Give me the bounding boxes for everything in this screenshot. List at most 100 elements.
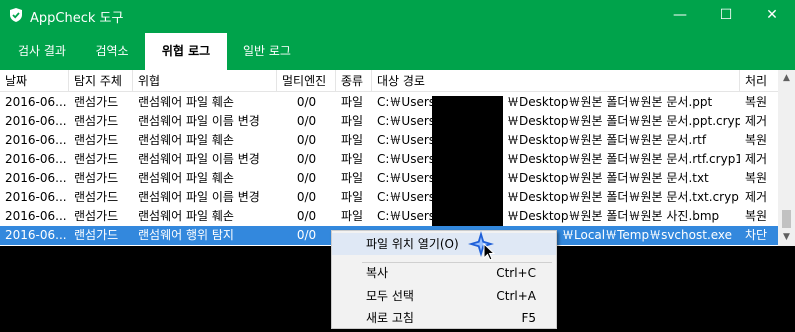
- table-row[interactable]: 2016-06... 랜섬가드 랜섬웨어 파일 훼손 0/0 파일 C:￦Users￦ ￦D…: [0, 93, 778, 112]
- tab-general-log[interactable]: 일반 로그: [227, 33, 307, 70]
- cell-detector: 랜섬가드: [74, 114, 119, 128]
- vertical-scrollbar[interactable]: ▲ ▼: [778, 70, 795, 246]
- tab-threat-log[interactable]: 위협 로그: [145, 33, 227, 70]
- cell-type: 파일: [341, 209, 364, 223]
- menu-item-open-file-location[interactable]: 파일 위치 열기(O): [332, 233, 556, 255]
- cell-path-suffix: ￦Desktop￦원본 폴더￦원본 문서.ppt.cryp1: [507, 114, 740, 128]
- cell-path-prefix: C:￦Users￦: [377, 171, 432, 185]
- table-row[interactable]: 2016-06... 랜섬가드 랜섬웨어 파일 훼손 0/0 파일 C:￦Users￦ ￦D…: [0, 169, 778, 188]
- threat-log-table: 날짜 탐지 주체 위협 멀티엔진 종류 대상 경로 처리 2016-06... 랜…: [0, 70, 795, 246]
- cell-date: 2016-06...: [5, 228, 67, 242]
- shield-check-icon: [10, 8, 22, 22]
- table-header: 날짜 탐지 주체 위협 멀티엔진 종류 대상 경로 처리: [0, 70, 778, 92]
- cell-threat: 랜섬웨어 파일 훼손: [138, 95, 234, 109]
- cell-multi-engine: 0/0: [296, 114, 317, 128]
- cell-type: 파일: [341, 133, 364, 147]
- cell-detector: 랜섬가드: [74, 95, 119, 109]
- cell-type: 파일: [341, 171, 364, 185]
- menu-label: 복사: [366, 266, 389, 280]
- cell-path-suffix: ￦Desktop￦원본 폴더￦원본 사진.bmp: [507, 209, 720, 223]
- header-detector[interactable]: 탐지 주체: [69, 70, 133, 92]
- menu-shortcut: F5: [521, 311, 536, 325]
- cell-multi-engine: 0/0: [296, 171, 317, 185]
- cell-threat: 랜섬웨어 파일 훼손: [138, 209, 234, 223]
- cell-action: 차단: [745, 228, 768, 242]
- header-action[interactable]: 처리: [740, 70, 778, 92]
- cell-action: 복원: [745, 133, 768, 147]
- cell-threat: 랜섬웨어 행위 탐지: [138, 228, 234, 242]
- cell-path-suffix: ￦Desktop￦원본 폴더￦원본 문서.txt: [507, 171, 709, 185]
- cell-path-suffix: ￦Desktop￦원본 폴더￦원본 문서.rtf.cryp1: [507, 152, 740, 166]
- cell-path-suffix: ￦Desktop￦원본 폴더￦원본 문서.txt.cryp1: [507, 190, 740, 204]
- cell-path-prefix: C:￦Users￦: [377, 133, 432, 147]
- table-row[interactable]: 2016-06... 랜섬가드 랜섬웨어 파일 이름 변경 0/0 파일 C:￦Users…: [0, 112, 778, 131]
- menu-label: 파일 위치 열기(O): [366, 237, 459, 251]
- cell-action: 복원: [745, 171, 768, 185]
- cell-date: 2016-06...: [5, 133, 67, 147]
- cell-multi-engine: 0/0: [296, 228, 317, 242]
- cell-threat: 랜섬웨어 파일 훼손: [138, 133, 234, 147]
- header-date[interactable]: 날짜: [0, 70, 69, 92]
- menu-shortcut: Ctrl+C: [496, 266, 536, 280]
- cell-multi-engine: 0/0: [296, 190, 317, 204]
- maximize-button[interactable]: ☐: [703, 0, 749, 31]
- cell-type: 파일: [341, 114, 364, 128]
- cell-date: 2016-06...: [5, 95, 67, 109]
- header-multi-engine[interactable]: 멀티엔진: [277, 70, 336, 92]
- cell-date: 2016-06...: [5, 114, 67, 128]
- cell-type: 파일: [341, 190, 364, 204]
- cell-path-prefix: C:￦Users￦: [377, 209, 432, 223]
- tab-quarantine[interactable]: 검역소: [80, 33, 144, 70]
- cell-threat: 랜섬웨어 파일 훼손: [138, 171, 234, 185]
- table-row[interactable]: 2016-06... 랜섬가드 랜섬웨어 파일 이름 변경 0/0 파일 C:￦Users…: [0, 188, 778, 207]
- scrollbar-thumb[interactable]: [782, 210, 791, 228]
- cursor-arrow-icon: [483, 243, 495, 261]
- cell-type: 파일: [341, 95, 364, 109]
- cell-detector: 랜섬가드: [74, 228, 119, 242]
- tab-scan-results[interactable]: 검사 결과: [4, 33, 80, 70]
- cell-date: 2016-06...: [5, 209, 67, 223]
- cell-multi-engine: 0/0: [296, 209, 317, 223]
- cell-detector: 랜섬가드: [74, 190, 119, 204]
- cell-action: 복원: [745, 95, 768, 109]
- menu-item-refresh[interactable]: 새로 고침 F5: [332, 307, 556, 329]
- cell-path-suffix: ￦Desktop￦원본 폴더￦원본 문서.ppt: [507, 95, 713, 109]
- table-row[interactable]: 2016-06... 랜섬가드 랜섬웨어 파일 이름 변경 0/0 파일 C:￦Users…: [0, 150, 778, 169]
- context-menu: 파일 위치 열기(O) 복사 Ctrl+C 모두 선택 Ctrl+A 새로 고침…: [331, 230, 557, 329]
- scroll-up-icon[interactable]: ▲: [778, 70, 795, 87]
- tab-bar: 검사 결과 검역소 위협 로그 일반 로그: [0, 31, 795, 70]
- scroll-down-icon[interactable]: ▼: [778, 229, 795, 246]
- menu-item-select-all[interactable]: 모두 선택 Ctrl+A: [332, 285, 556, 307]
- cell-threat: 랜섬웨어 파일 이름 변경: [138, 190, 260, 204]
- window-title: AppCheck 도구: [30, 11, 124, 26]
- cell-path-prefix: C:￦Users￦: [377, 114, 432, 128]
- cell-path-prefix: C:￦Users￦: [377, 152, 432, 166]
- cell-detector: 랜섬가드: [74, 152, 119, 166]
- cell-action: 제거: [745, 152, 768, 166]
- header-threat[interactable]: 위협: [133, 70, 277, 92]
- cell-date: 2016-06...: [5, 152, 67, 166]
- cell-path-suffix: ￦Desktop￦원본 폴더￦원본 문서.rtf: [507, 133, 707, 147]
- header-target-path[interactable]: 대상 경로: [372, 70, 740, 92]
- header-type[interactable]: 종류: [336, 70, 372, 92]
- cell-multi-engine: 0/0: [296, 152, 317, 166]
- cell-threat: 랜섬웨어 파일 이름 변경: [138, 114, 260, 128]
- cell-path-prefix: C:￦Users￦: [377, 190, 432, 204]
- menu-label: 모두 선택: [366, 289, 414, 303]
- cell-path-suffix: ￦Local￦Temp￦svchost.exe: [562, 228, 733, 242]
- cell-detector: 랜섬가드: [74, 171, 119, 185]
- menu-shortcut: Ctrl+A: [496, 289, 536, 303]
- minimize-button[interactable]: —: [657, 0, 703, 31]
- cell-date: 2016-06...: [5, 171, 67, 185]
- cell-date: 2016-06...: [5, 190, 67, 204]
- menu-item-copy[interactable]: 복사 Ctrl+C: [332, 262, 556, 284]
- title-bar: AppCheck 도구 — ☐ ✕: [0, 0, 795, 31]
- close-button[interactable]: ✕: [749, 0, 795, 31]
- menu-label: 새로 고침: [366, 311, 414, 325]
- cell-threat: 랜섬웨어 파일 이름 변경: [138, 152, 260, 166]
- cell-action: 복원: [745, 209, 768, 223]
- table-row[interactable]: 2016-06... 랜섬가드 랜섬웨어 파일 훼손 0/0 파일 C:￦Users￦ ￦D…: [0, 207, 778, 226]
- cell-multi-engine: 0/0: [296, 95, 317, 109]
- table-row[interactable]: 2016-06... 랜섬가드 랜섬웨어 파일 훼손 0/0 파일 C:￦Users￦ ￦D…: [0, 131, 778, 150]
- cell-type: 파일: [341, 152, 364, 166]
